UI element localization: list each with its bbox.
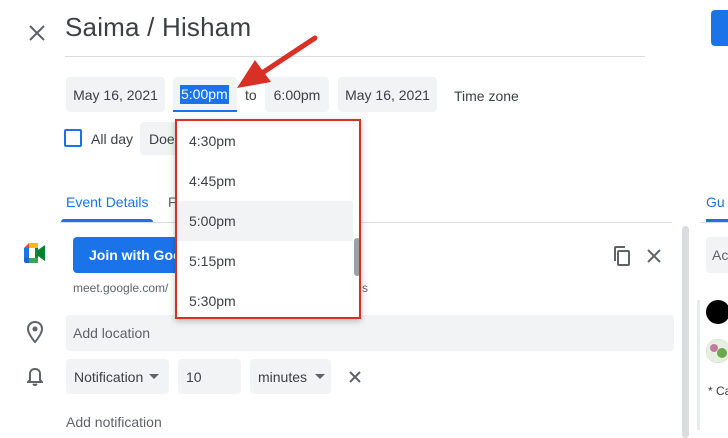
avatar (706, 339, 728, 363)
add-notification-link[interactable]: Add notification (66, 414, 162, 430)
time-option[interactable]: 5:15pm (177, 241, 353, 281)
add-guests-input[interactable]: Ac (706, 237, 728, 273)
all-day-checkbox[interactable] (64, 129, 82, 147)
copy-icon[interactable] (612, 245, 632, 267)
timezone-button[interactable]: Time zone (454, 88, 519, 104)
close-icon (29, 25, 45, 41)
details-scrollbar[interactable] (682, 226, 689, 438)
tab-event-details[interactable]: Event Details (66, 194, 148, 210)
location-pin-icon (26, 320, 44, 344)
notification-type-select[interactable]: Notification (66, 359, 169, 394)
notification-type-label: Notification (74, 368, 144, 385)
remove-conference-icon[interactable] (645, 247, 663, 265)
meet-link-tail: s (362, 281, 368, 295)
start-time-selected-text: 5:00pm (180, 85, 229, 104)
start-time-focus-underline (173, 110, 237, 112)
google-meet-icon (24, 243, 46, 263)
meet-link[interactable]: meet.google.com/ (73, 281, 173, 295)
tabs-divider (60, 222, 672, 223)
close-button[interactable] (22, 18, 52, 48)
repeat-select[interactable]: Doe (140, 122, 180, 155)
notification-value-input[interactable]: 10 (178, 359, 241, 394)
join-meet-button[interactable]: Join with Goo (73, 237, 185, 273)
bell-icon (25, 366, 45, 386)
annotation-arrow-icon (225, 30, 325, 92)
notification-unit-select[interactable]: minutes (250, 359, 331, 394)
start-date-field[interactable]: May 16, 2021 (66, 77, 165, 112)
save-button[interactable] (711, 10, 728, 46)
tab-guests[interactable]: Gu (706, 194, 725, 210)
title-underline (65, 56, 645, 57)
end-date-field[interactable]: May 16, 2021 (338, 77, 437, 112)
event-title[interactable]: Saima / Hisham (65, 12, 251, 43)
avatar (706, 300, 728, 324)
chevron-down-icon (149, 374, 160, 379)
chevron-down-icon (315, 374, 326, 379)
time-option[interactable]: 5:30pm (177, 281, 353, 317)
time-option[interactable]: 4:30pm (177, 121, 353, 161)
guests-scrollbar[interactable] (697, 300, 700, 430)
notification-unit-label: minutes (258, 368, 308, 385)
remove-notification-icon[interactable] (347, 369, 363, 385)
guests-divider (700, 222, 728, 223)
time-option[interactable]: 4:45pm (177, 161, 353, 201)
all-day-label: All day (91, 131, 134, 147)
location-input[interactable]: Add location (66, 315, 674, 351)
time-option-selected[interactable]: 5:00pm (177, 201, 353, 241)
dropdown-scrollbar-thumb[interactable] (354, 238, 359, 276)
start-time-dropdown: 4:30pm 4:45pm 5:00pm 5:15pm 5:30pm (175, 119, 361, 319)
guest-permissions-note: * Ca (708, 384, 728, 398)
